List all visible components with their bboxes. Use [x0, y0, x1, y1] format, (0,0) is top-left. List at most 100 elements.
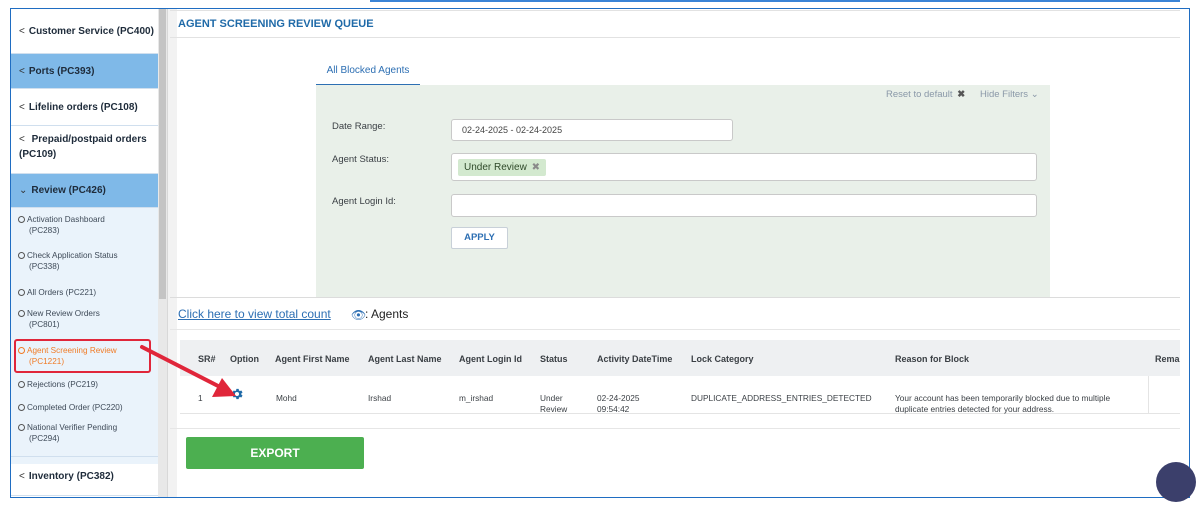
status-line: Review — [540, 404, 568, 414]
circle-icon — [18, 252, 25, 259]
circle-icon — [18, 289, 25, 296]
chevron-left-icon: < — [19, 101, 25, 113]
sidebar-item-prepaid-postpaid[interactable]: < Prepaid/postpaid orders (PC109) — [11, 126, 158, 174]
col-header-reason[interactable]: Reason for Block — [895, 354, 969, 364]
remove-chip-icon[interactable]: ✖ — [532, 162, 540, 173]
top-accent-bar — [370, 0, 1180, 2]
submenu-item-check-application-status[interactable]: Check Application Status (PC338) — [11, 250, 158, 272]
filter-panel — [316, 85, 1050, 297]
submenu-label: Activation Dashboard — [27, 215, 105, 224]
sidebar-item-label: Review (PC426) — [31, 185, 106, 196]
sidebar: < Customer Service (PC400) < Ports (PC39… — [11, 9, 167, 497]
submenu-item-completed-order[interactable]: Completed Order (PC220) — [11, 402, 158, 413]
reset-to-default-link[interactable]: Reset to default ✖ — [886, 89, 965, 100]
agent-login-input[interactable] — [451, 194, 1037, 217]
export-button[interactable]: EXPORT — [186, 437, 364, 469]
submenu-item-rejections[interactable]: Rejections (PC219) — [11, 379, 158, 390]
cell-sr: 1 — [198, 393, 203, 403]
cell-first-name: Mohd — [276, 393, 297, 403]
circle-icon — [18, 381, 25, 388]
submenu-item-new-review-orders[interactable]: New Review Orders (PC801) — [11, 308, 158, 330]
view-total-count-link[interactable]: Click here to view total count — [178, 307, 331, 321]
chevron-left-icon: < — [19, 25, 25, 37]
submenu-label: New Review Orders — [27, 309, 100, 318]
submenu-label: Check Application Status — [27, 251, 118, 260]
status-line: Under — [540, 393, 563, 403]
eye-icon[interactable]: 👁 — [351, 308, 366, 322]
divider — [170, 297, 1180, 298]
cell-reason: Your account has been temporarily blocke… — [895, 393, 1110, 415]
submenu-label: National Verifier Pending — [27, 423, 118, 432]
submenu-label-code: (PC294) — [29, 434, 60, 443]
date-value: 02-24-2025 — [597, 393, 640, 403]
circle-icon — [18, 404, 25, 411]
sidebar-item-customer-service[interactable]: < Customer Service (PC400) — [11, 9, 158, 54]
apply-button[interactable]: APPLY — [451, 227, 508, 249]
sidebar-item-lifeline-orders[interactable]: < Lifeline orders (PC108) — [11, 89, 158, 126]
date-range-value: 02-24-2025 - 02-24-2025 — [462, 125, 563, 135]
reset-label: Reset to default — [886, 89, 953, 100]
date-range-input[interactable]: 02-24-2025 - 02-24-2025 — [451, 119, 733, 141]
reason-line: Your account has been temporarily blocke… — [895, 393, 1111, 403]
col-header-first-name[interactable]: Agent First Name — [275, 354, 350, 364]
col-header-lock-category[interactable]: Lock Category — [691, 354, 754, 364]
tab-all-blocked-agents[interactable]: All Blocked Agents — [316, 60, 420, 86]
divider — [170, 329, 1180, 330]
column-divider — [1148, 376, 1149, 414]
date-range-label: Date Range: — [332, 121, 386, 132]
agent-login-label: Agent Login Id: — [332, 196, 396, 207]
col-header-status[interactable]: Status — [540, 354, 568, 364]
chevron-left-icon: < — [19, 134, 25, 145]
submenu-label-code: (PC801) — [29, 320, 60, 329]
status-chip-label: Under Review — [464, 161, 527, 173]
submenu-label: Completed Order (PC220) — [27, 403, 123, 412]
col-header-sr: SR# — [198, 354, 216, 364]
sidebar-item-ports[interactable]: < Ports (PC393) — [11, 54, 158, 89]
cell-status: Under Review — [540, 393, 567, 415]
agent-status-select[interactable]: Under Review ✖ — [451, 153, 1037, 181]
status-chip[interactable]: Under Review ✖ — [458, 158, 546, 176]
chevron-left-icon: < — [19, 470, 25, 482]
submenu-label-code: (PC283) — [29, 226, 60, 235]
hide-filters-link[interactable]: Hide Filters ⌄ — [980, 89, 1039, 100]
sidebar-item-label: Lifeline orders (PC108) — [28, 101, 138, 113]
cell-login-id: m_irshad — [459, 393, 494, 403]
sidebar-item-label-line1: Prepaid/postpaid orders — [31, 134, 147, 145]
cell-activity-datetime: 02-24-2025 09:54:42 — [597, 393, 639, 415]
page-title: AGENT SCREENING REVIEW QUEUE — [178, 18, 374, 30]
circle-icon — [18, 216, 25, 223]
submenu-label: All Orders (PC221) — [27, 288, 97, 297]
chat-widget-button[interactable] — [1156, 462, 1196, 502]
reason-line: duplicate entries detected for your addr… — [895, 404, 1055, 414]
close-icon: ✖ — [957, 89, 966, 100]
col-header-last-name[interactable]: Agent Last Name — [368, 354, 442, 364]
sidebar-item-label: Inventory (PC382) — [28, 470, 114, 482]
chevron-left-icon: < — [19, 65, 25, 77]
sidebar-item-label-line2: (PC109) — [19, 149, 57, 160]
submenu-label-code: (PC338) — [29, 262, 60, 271]
col-header-remarks[interactable]: Rema — [1155, 354, 1180, 364]
agent-status-label: Agent Status: — [332, 154, 390, 165]
time-value: 09:54:42 — [597, 404, 630, 414]
circle-icon — [18, 310, 25, 317]
hide-filters-label: Hide Filters — [980, 89, 1029, 100]
sidebar-item-inventory[interactable]: < Inventory (PC382) — [11, 456, 158, 496]
submenu-label: Rejections (PC219) — [27, 380, 98, 389]
submenu-item-all-orders[interactable]: All Orders (PC221) — [11, 287, 158, 298]
sidebar-scrollbar-thumb[interactable] — [159, 9, 166, 299]
circle-icon — [18, 424, 25, 431]
submenu-item-activation-dashboard[interactable]: Activation Dashboard (PC283) — [11, 214, 158, 236]
gear-icon[interactable] — [230, 387, 244, 401]
sidebar-item-review[interactable]: ⌄ Review (PC426) — [11, 174, 158, 208]
submenu-item-national-verifier-pending[interactable]: National Verifier Pending (PC294) — [11, 422, 158, 444]
cell-last-name: Irshad — [368, 393, 392, 403]
col-header-login-id[interactable]: Agent Login Id — [459, 354, 522, 364]
agents-count-label: : Agents — [365, 307, 409, 321]
chevron-down-icon: ⌄ — [19, 185, 28, 196]
cell-lock-category: DUPLICATE_ADDRESS_ENTRIES_DETECTED — [691, 393, 872, 403]
col-header-activity-datetime[interactable]: Activity DateTime — [597, 354, 672, 364]
col-header-option: Option — [230, 354, 259, 364]
divider — [170, 428, 1180, 429]
annotation-highlight-box — [14, 339, 151, 373]
sidebar-gutter — [167, 9, 177, 497]
